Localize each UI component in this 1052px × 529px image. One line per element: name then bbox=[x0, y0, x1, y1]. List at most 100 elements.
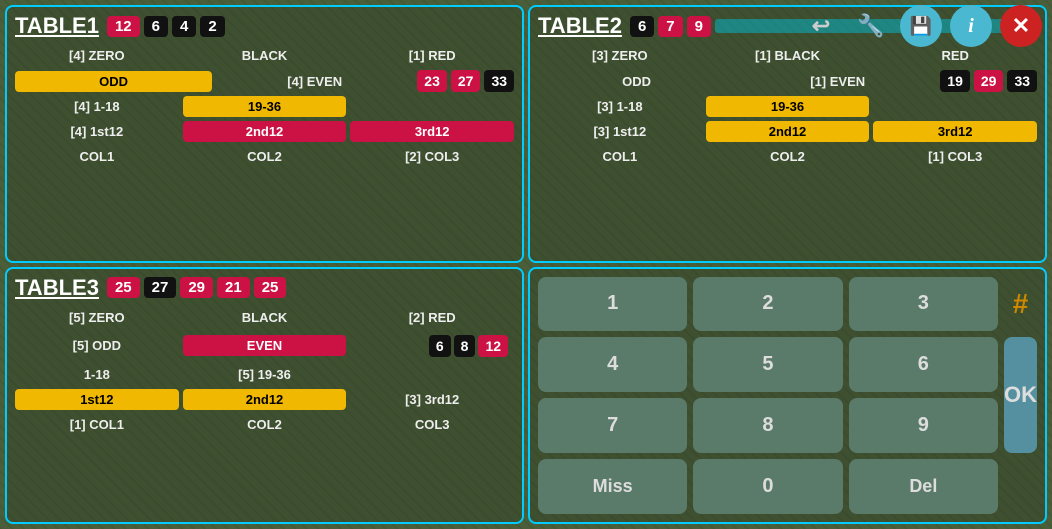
table2-badge-9: 9 bbox=[687, 16, 711, 37]
table1-row-dozens: [4] 1st12 2nd12 3rd12 bbox=[15, 121, 514, 142]
table3-col1: [1] COL1 bbox=[15, 414, 179, 435]
num-1-button[interactable]: 1 bbox=[538, 277, 687, 332]
table1-odd: ODD bbox=[15, 71, 212, 92]
table3-row-odd: [5] ODD EVEN 6 8 12 bbox=[15, 332, 514, 360]
del-button[interactable]: Del bbox=[849, 459, 998, 514]
table3-num-6: 6 bbox=[429, 335, 451, 357]
table3-badge-25a: 25 bbox=[107, 277, 140, 298]
num-3-button[interactable]: 3 bbox=[849, 277, 998, 332]
wrench-button[interactable]: 🔧 bbox=[850, 5, 892, 47]
table2-high: 19-36 bbox=[706, 96, 870, 117]
table3-panel: TABLE3 25 27 29 21 25 [5] ZERO BLACK [2]… bbox=[5, 267, 524, 525]
toolbar: ↩ 🔧 💾 i ✕ bbox=[800, 5, 1042, 47]
table1-3rd12: 3rd12 bbox=[350, 121, 514, 142]
table3-num-12: 12 bbox=[478, 335, 508, 357]
num-4-button[interactable]: 4 bbox=[538, 337, 687, 392]
table1-col1: COL1 bbox=[15, 146, 179, 167]
table1-num-33: 33 bbox=[484, 70, 514, 92]
table2-badge-7: 7 bbox=[658, 16, 682, 37]
table1-zero: [4] ZERO bbox=[15, 45, 179, 66]
table3-num-8: 8 bbox=[454, 335, 476, 357]
table1-black: BLACK bbox=[183, 45, 347, 66]
table2-zero: [3] ZERO bbox=[538, 45, 702, 66]
table2-row-dozens: [3] 1st12 2nd12 3rd12 bbox=[538, 121, 1037, 142]
table1-badge-4: 4 bbox=[172, 16, 196, 37]
table2-low: [3] 1-18 bbox=[538, 96, 702, 117]
table1-low: [4] 1-18 bbox=[15, 96, 179, 117]
num-2-button[interactable]: 2 bbox=[693, 277, 842, 332]
table1-header: TABLE1 12 6 4 2 bbox=[15, 13, 514, 39]
table3-nums: 6 8 12 bbox=[350, 332, 514, 360]
table1-badge-6: 6 bbox=[144, 16, 168, 37]
table2-num-19: 19 bbox=[940, 70, 970, 92]
table2-num-29: 29 bbox=[974, 70, 1004, 92]
table3-3rd12: [3] 3rd12 bbox=[350, 389, 514, 410]
main-grid: TABLE1 12 6 4 2 [4] ZERO BLACK [1] RED O… bbox=[0, 0, 1052, 529]
table1-num-27: 27 bbox=[451, 70, 481, 92]
table1-col3: [2] COL3 bbox=[350, 146, 514, 167]
table2-num-33: 33 bbox=[1007, 70, 1037, 92]
table2-col3: [1] COL3 bbox=[873, 146, 1037, 167]
save-button[interactable]: 💾 bbox=[900, 5, 942, 47]
table2-badge-6: 6 bbox=[630, 16, 654, 37]
table3-badge-29: 29 bbox=[180, 277, 213, 298]
table1-row-cols: COL1 COL2 [2] COL3 bbox=[15, 146, 514, 167]
num-9-button[interactable]: 9 bbox=[849, 398, 998, 453]
table3-high: [5] 19-36 bbox=[183, 364, 347, 385]
num-5-button[interactable]: 5 bbox=[693, 337, 842, 392]
table1-2nd12: 2nd12 bbox=[183, 121, 347, 142]
table3-badge-27: 27 bbox=[144, 277, 177, 298]
table3-badge-25b: 25 bbox=[254, 277, 287, 298]
table3-col2: COL2 bbox=[183, 414, 347, 435]
miss-button[interactable]: Miss bbox=[538, 459, 687, 514]
table2-col2: COL2 bbox=[706, 146, 870, 167]
num-8-button[interactable]: 8 bbox=[693, 398, 842, 453]
table1-panel: TABLE1 12 6 4 2 [4] ZERO BLACK [1] RED O… bbox=[5, 5, 524, 263]
table2-even: [1] EVEN bbox=[739, 71, 936, 92]
table3-range-empty bbox=[350, 371, 514, 377]
table3-row-ranges: 1-18 [5] 19-36 bbox=[15, 364, 514, 385]
table3-2nd12: 2nd12 bbox=[183, 389, 347, 410]
table3-row-cols: [1] COL1 COL2 COL3 bbox=[15, 414, 514, 435]
table1-high: 19-36 bbox=[183, 96, 347, 117]
table2-1st12: [3] 1st12 bbox=[538, 121, 702, 142]
table3-low: 1-18 bbox=[15, 364, 179, 385]
table3-badge-21: 21 bbox=[217, 277, 250, 298]
table3-row-dozens: 1st12 2nd12 [3] 3rd12 bbox=[15, 389, 514, 410]
table2-2nd12: 2nd12 bbox=[706, 121, 870, 142]
table3-zero: [5] ZERO bbox=[15, 307, 179, 328]
table1-badge-2: 2 bbox=[200, 16, 224, 37]
table3-title: TABLE3 bbox=[15, 275, 99, 301]
table3-odd: [5] ODD bbox=[15, 335, 179, 356]
table1-red: [1] RED bbox=[350, 45, 514, 66]
table3-red: [2] RED bbox=[350, 307, 514, 328]
table1-even: [4] EVEN bbox=[216, 71, 413, 92]
hash-button[interactable]: # bbox=[1004, 277, 1037, 332]
info-button[interactable]: i bbox=[950, 5, 992, 47]
table2-3rd12: 3rd12 bbox=[873, 121, 1037, 142]
table2-row-zero: [3] ZERO [1] BLACK RED bbox=[538, 45, 1037, 66]
num-6-button[interactable]: 6 bbox=[849, 337, 998, 392]
table2-odd: ODD bbox=[538, 71, 735, 92]
table1-row-ranges: [4] 1-18 19-36 bbox=[15, 96, 514, 117]
numpad-panel: 1 2 3 # 4 5 6 OK 7 8 9 Miss 0 Del bbox=[528, 267, 1047, 525]
table3-black: BLACK bbox=[183, 307, 347, 328]
table2-row-cols: COL1 COL2 [1] COL3 bbox=[538, 146, 1037, 167]
ok-button[interactable]: OK bbox=[1004, 337, 1037, 453]
back-button[interactable]: ↩ bbox=[800, 5, 842, 47]
table3-header: TABLE3 25 27 29 21 25 bbox=[15, 275, 514, 301]
table3-even: EVEN bbox=[183, 335, 347, 356]
table2-row-odd: ODD [1] EVEN 19 29 33 bbox=[538, 70, 1037, 92]
table3-1st12: 1st12 bbox=[15, 389, 179, 410]
num-7-button[interactable]: 7 bbox=[538, 398, 687, 453]
table2-range-empty bbox=[873, 104, 1037, 110]
table2-red: RED bbox=[873, 45, 1037, 66]
table3-row-zero: [5] ZERO BLACK [2] RED bbox=[15, 307, 514, 328]
close-button[interactable]: ✕ bbox=[1000, 5, 1042, 47]
table1-col2: COL2 bbox=[183, 146, 347, 167]
table2-title: TABLE2 bbox=[538, 13, 622, 39]
table1-title: TABLE1 bbox=[15, 13, 99, 39]
table1-row-odd: ODD [4] EVEN 23 27 33 bbox=[15, 70, 514, 92]
num-0-button[interactable]: 0 bbox=[693, 459, 842, 514]
table1-1st12: [4] 1st12 bbox=[15, 121, 179, 142]
